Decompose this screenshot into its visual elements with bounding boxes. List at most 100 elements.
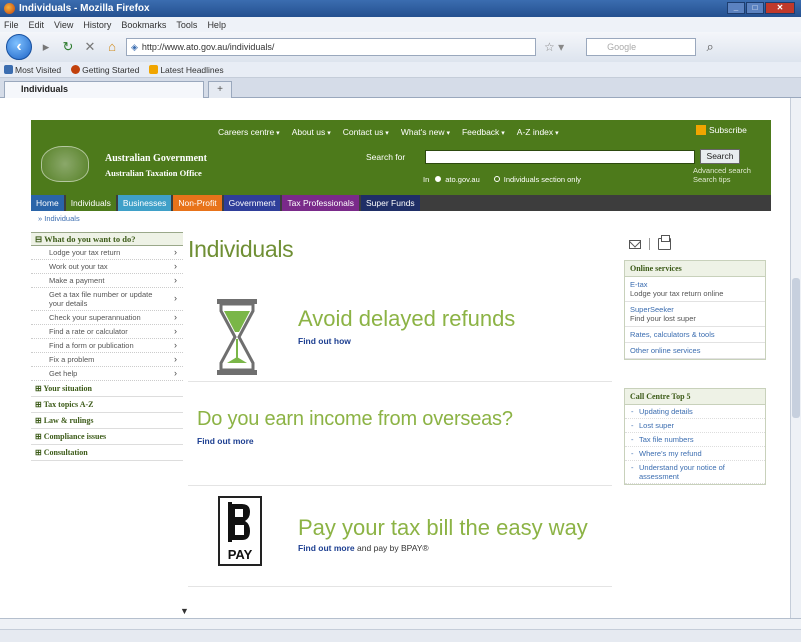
search-options: Advanced search Search tips bbox=[693, 166, 751, 184]
nav-a-z-index[interactable]: A-Z index bbox=[517, 127, 559, 137]
page-viewport: Australian Government Australian Taxatio… bbox=[0, 98, 790, 618]
online-service-item[interactable]: SuperSeeker Find your lost super bbox=[625, 302, 765, 327]
left-nav-item[interactable]: Work out your tax bbox=[31, 260, 183, 274]
promo-link[interactable]: Find out how bbox=[298, 336, 351, 346]
scroll-down-icon: ▼ bbox=[180, 606, 189, 616]
tab-super-funds[interactable]: Super Funds bbox=[361, 195, 420, 211]
tab-tax-professionals[interactable]: Tax Professionals bbox=[282, 195, 359, 211]
divider bbox=[188, 381, 612, 382]
tab-individuals[interactable]: Individuals bbox=[4, 81, 204, 98]
menu-view[interactable]: View bbox=[54, 20, 73, 30]
left-navigation: ⊟ What do you want to do? Lodge your tax… bbox=[31, 232, 183, 461]
tab-government[interactable]: Government bbox=[223, 195, 281, 211]
subscribe-link[interactable]: Subscribe bbox=[696, 125, 747, 135]
reload-icon[interactable]: ↻ bbox=[60, 39, 76, 55]
tab-businesses[interactable]: Businesses bbox=[117, 195, 172, 211]
site-identity-icon: ◈ bbox=[131, 41, 138, 52]
breadcrumb[interactable]: » Individuals bbox=[38, 214, 80, 223]
navigation-toolbar: ‹ ▸ ↻ ✕ ⌂ ◈ http://www.ato.gov.au/indivi… bbox=[0, 32, 801, 62]
coat-of-arms-logo[interactable] bbox=[41, 146, 89, 182]
menu-file[interactable]: File bbox=[4, 20, 19, 30]
online-service-item[interactable]: Rates, calculators & tools bbox=[625, 327, 765, 343]
left-nav-item[interactable]: Find a form or publication bbox=[31, 339, 183, 353]
close-window-button[interactable]: ✕ bbox=[765, 2, 795, 14]
tab-non-profit[interactable]: Non-Profit bbox=[173, 195, 222, 211]
left-nav-item[interactable]: Make a payment bbox=[31, 274, 183, 288]
nav-whats-new[interactable]: What's new bbox=[401, 127, 450, 137]
back-button[interactable]: ‹ bbox=[6, 34, 32, 60]
menu-edit[interactable]: Edit bbox=[29, 20, 45, 30]
search-button[interactable]: Search bbox=[700, 149, 740, 164]
left-nav-item[interactable]: Lodge your tax return bbox=[31, 246, 183, 260]
new-tab-button[interactable]: + bbox=[208, 81, 232, 98]
call-centre-item[interactable]: Understand your notice of assessment bbox=[625, 461, 765, 484]
section-tax-topics[interactable]: ⊞ Tax topics A-Z bbox=[31, 397, 183, 413]
advanced-search-link[interactable]: Advanced search bbox=[693, 166, 751, 175]
forward-button[interactable]: ▸ bbox=[38, 39, 54, 55]
left-nav-item[interactable]: Find a rate or calculator bbox=[31, 325, 183, 339]
call-centre-item[interactable]: Lost super bbox=[625, 419, 765, 433]
horizontal-scrollbar[interactable] bbox=[0, 619, 801, 630]
section-consultation[interactable]: ⊞ Consultation bbox=[31, 445, 183, 461]
promo-title[interactable]: Pay your tax bill the easy way bbox=[298, 515, 588, 541]
bookmark-latest-headlines[interactable]: Latest Headlines bbox=[149, 64, 224, 75]
nav-careers-centre[interactable]: Careers centre bbox=[218, 127, 280, 137]
window-controls: _ □ ✕ bbox=[727, 2, 795, 14]
promo-title[interactable]: Do you earn income from overseas? bbox=[197, 408, 513, 431]
call-centre-box: Call Centre Top 5 Updating details Lost … bbox=[624, 388, 766, 485]
promo-link[interactable]: Find out more bbox=[298, 543, 355, 553]
tab-individuals-section[interactable]: Individuals bbox=[65, 195, 116, 211]
menu-bar: File Edit View History Bookmarks Tools H… bbox=[0, 17, 801, 32]
menu-history[interactable]: History bbox=[83, 20, 111, 30]
nav-contact-us[interactable]: Contact us bbox=[343, 127, 389, 137]
nav-about-us[interactable]: About us bbox=[292, 127, 331, 137]
menu-bookmarks[interactable]: Bookmarks bbox=[121, 20, 166, 30]
promo-link[interactable]: Find out more bbox=[197, 436, 254, 446]
bpay-logo[interactable]: PAY bbox=[218, 496, 262, 566]
vertical-scrollbar[interactable] bbox=[790, 98, 801, 618]
bookmark-star-icon[interactable]: ☆ ▾ bbox=[544, 40, 564, 54]
section-compliance-issues[interactable]: ⊞ Compliance issues bbox=[31, 429, 183, 445]
online-services-box: Online services E-tax Lodge your tax ret… bbox=[624, 260, 766, 360]
browser-search-input[interactable]: Google bbox=[586, 38, 697, 56]
bookmark-most-visited[interactable]: Most Visited bbox=[4, 64, 61, 75]
search-tips-link[interactable]: Search tips bbox=[693, 175, 751, 184]
nav-feedback[interactable]: Feedback bbox=[462, 127, 505, 137]
call-centre-item[interactable]: Updating details bbox=[625, 405, 765, 419]
promo-suffix: and pay by BPAY® bbox=[357, 543, 429, 553]
left-nav-item[interactable]: Check your superannuation bbox=[31, 311, 183, 325]
search-icon[interactable]: ⌕ bbox=[702, 39, 718, 55]
minimize-button[interactable]: _ bbox=[727, 2, 745, 14]
section-law-rulings[interactable]: ⊞ Law & rulings bbox=[31, 413, 183, 429]
menu-help[interactable]: Help bbox=[207, 20, 226, 30]
scrollbar-thumb[interactable] bbox=[792, 278, 800, 418]
call-centre-item[interactable]: Where's my refund bbox=[625, 447, 765, 461]
radio-individuals-only[interactable]: Individuals section only bbox=[493, 175, 581, 184]
menu-tools[interactable]: Tools bbox=[176, 20, 197, 30]
call-centre-item[interactable]: Tax file numbers bbox=[625, 433, 765, 447]
maximize-button[interactable]: □ bbox=[746, 2, 764, 14]
online-service-item[interactable]: E-tax Lodge your tax return online bbox=[625, 277, 765, 302]
home-icon[interactable]: ⌂ bbox=[104, 39, 120, 55]
left-nav-item[interactable]: Get a tax file number or update your det… bbox=[31, 288, 183, 311]
bookmark-getting-started[interactable]: Getting Started bbox=[71, 64, 139, 75]
tab-home[interactable]: Home bbox=[31, 195, 64, 211]
divider bbox=[649, 238, 650, 250]
address-bar[interactable]: ◈ http://www.ato.gov.au/individuals/ bbox=[126, 38, 536, 56]
site-search-input[interactable] bbox=[425, 150, 695, 164]
rss-icon bbox=[696, 125, 706, 135]
search-scope: In ato.gov.au Individuals section only bbox=[423, 175, 581, 184]
window-titlebar: Individuals - Mozilla Firefox _ □ ✕ bbox=[0, 0, 801, 17]
radio-unselected-icon bbox=[493, 176, 500, 182]
radio-ato-gov-au[interactable]: ato.gov.au bbox=[435, 175, 480, 184]
left-nav-item[interactable]: Get help bbox=[31, 367, 183, 381]
stop-icon[interactable]: ✕ bbox=[82, 39, 98, 55]
online-service-item[interactable]: Other online services bbox=[625, 343, 765, 359]
print-icon[interactable] bbox=[658, 235, 671, 250]
australian-government-label: Australian Government bbox=[105, 153, 207, 164]
email-page-icon[interactable] bbox=[629, 239, 641, 249]
what-do-you-want-heading[interactable]: ⊟ What do you want to do? bbox=[31, 232, 183, 246]
section-your-situation[interactable]: ⊞ Your situation bbox=[31, 381, 183, 397]
left-nav-item[interactable]: Fix a problem bbox=[31, 353, 183, 367]
promo-title[interactable]: Avoid delayed refunds bbox=[298, 306, 515, 332]
